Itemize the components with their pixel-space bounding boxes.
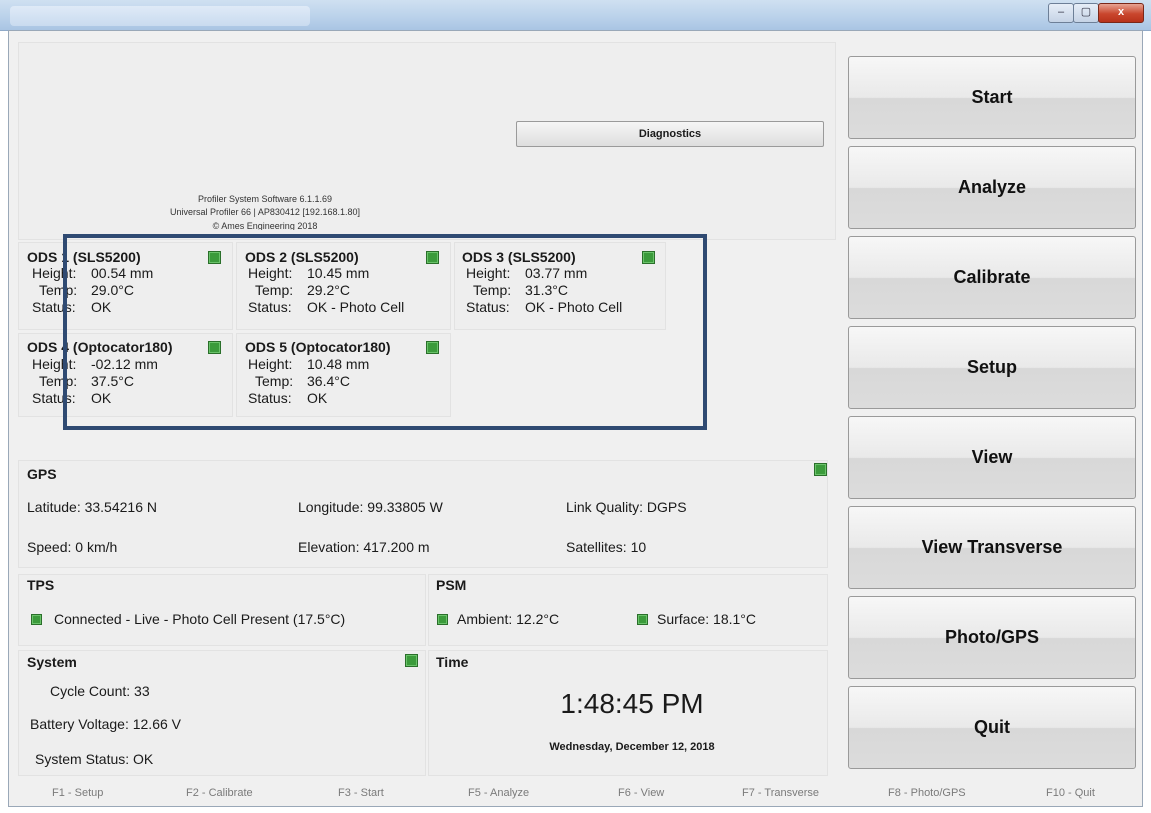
system-status-led xyxy=(405,654,418,667)
system-battery-voltage: Battery Voltage: 12.66 V xyxy=(30,716,181,732)
fkey-calibrate: F2 - Calibrate xyxy=(186,787,253,799)
fkey-view: F6 - View xyxy=(618,787,665,799)
minimize-button[interactable]: – xyxy=(1048,3,1074,23)
gps-status-led xyxy=(814,463,827,476)
tps-status-led xyxy=(31,614,42,625)
fkey-photo-gps: F8 - Photo/GPS xyxy=(888,787,966,799)
setup-button[interactable]: Setup xyxy=(848,326,1136,409)
fkey-analyze: F5 - Analyze xyxy=(468,787,530,799)
psm-title: PSM xyxy=(436,577,467,593)
gps-satellites: Satellites: 10 xyxy=(566,539,647,555)
psm-surface: Surface: 18.1°C xyxy=(657,611,756,627)
psm-panel xyxy=(428,574,828,646)
system-cycle-count: Cycle Count: 33 xyxy=(50,683,150,699)
maximize-button[interactable]: ▢ xyxy=(1073,3,1099,23)
psm-surface-led xyxy=(637,614,648,625)
clock: 1:48:45 PM xyxy=(560,688,704,719)
tps-panel xyxy=(18,574,426,646)
date: Wednesday, December 12, 2018 xyxy=(549,741,715,753)
system-title: System xyxy=(27,654,77,670)
calibrate-button[interactable]: Calibrate xyxy=(848,236,1136,319)
diagnostics-button[interactable]: Diagnostics xyxy=(516,121,824,147)
fkey-transverse: F7 - Transverse xyxy=(742,787,820,799)
highlight-box xyxy=(63,234,707,430)
analyze-button[interactable]: Analyze xyxy=(848,146,1136,229)
gps-latitude: Latitude: 33.54216 N xyxy=(27,499,157,515)
gps-title: GPS xyxy=(27,466,57,482)
gps-speed: Speed: 0 km/h xyxy=(27,539,118,555)
start-button[interactable]: Start xyxy=(848,56,1136,139)
system-status: System Status: OK xyxy=(35,751,154,767)
window-title xyxy=(10,6,310,26)
view-button[interactable]: View xyxy=(848,416,1136,499)
fkey-setup: F1 - Setup xyxy=(52,787,104,799)
gps-link-quality: Link Quality: DGPS xyxy=(566,499,687,515)
fkey-start: F3 - Start xyxy=(338,787,384,799)
psm-ambient-led xyxy=(437,614,448,625)
gps-longitude: Longitude: 99.33805 W xyxy=(298,499,443,515)
fkey-quit: F10 - Quit xyxy=(1046,787,1095,799)
view-transverse-button[interactable]: View Transverse xyxy=(848,506,1136,589)
close-button[interactable]: x xyxy=(1098,3,1144,23)
copyright: © Ames Engineering 2018 xyxy=(212,221,318,230)
photo-gps-button[interactable]: Photo/GPS xyxy=(848,596,1136,679)
psm-ambient: Ambient: 12.2°C xyxy=(457,611,560,627)
tps-title: TPS xyxy=(27,577,55,593)
time-title: Time xyxy=(436,654,469,670)
tps-status: Connected - Live - Photo Cell Present (1… xyxy=(54,611,346,627)
quit-button[interactable]: Quit xyxy=(848,686,1136,769)
software-version: Profiler System Software 6.1.1.69 xyxy=(197,194,333,204)
device-info: Universal Profiler 66 | AP830412 [192.16… xyxy=(170,207,360,217)
gps-elevation: Elevation: 417.200 m xyxy=(298,539,430,555)
